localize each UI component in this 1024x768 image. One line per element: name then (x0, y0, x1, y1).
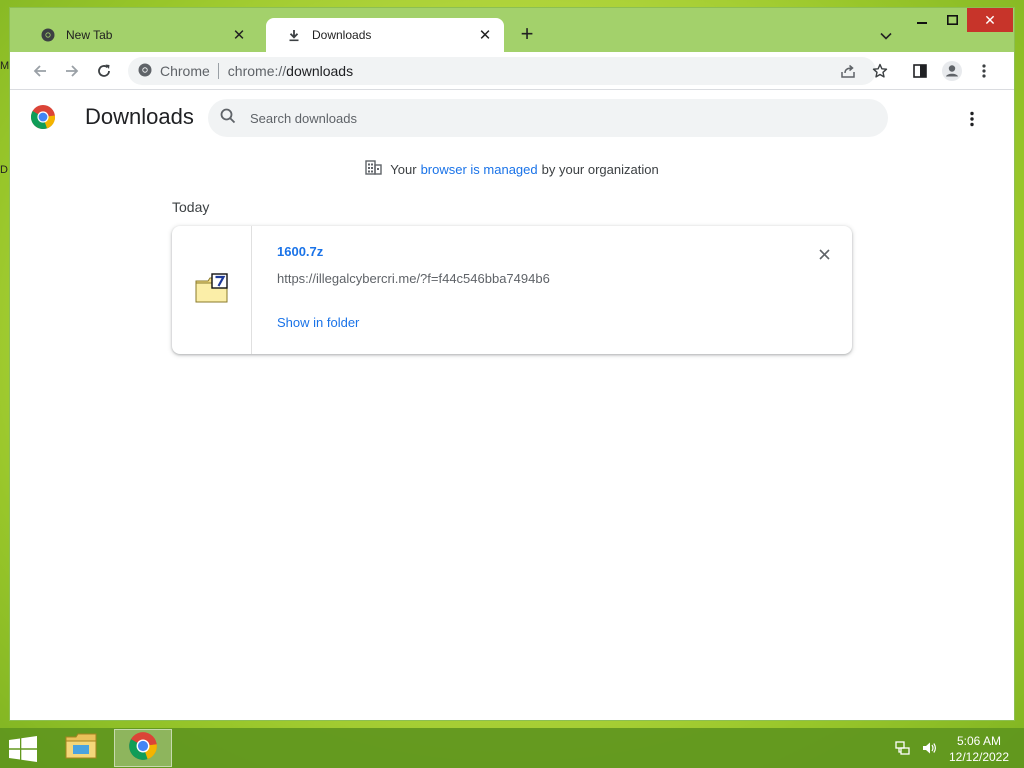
tab-title: New Tab (66, 28, 113, 42)
search-input[interactable] (250, 110, 850, 126)
taskbar-clock[interactable]: 5:06 AM 12/12/2022 (940, 733, 1018, 765)
tab-downloads[interactable]: Downloads ✕ (266, 18, 504, 52)
download-url[interactable]: https://illegalcybercri.me/?f=f44c546bba… (277, 271, 550, 286)
toolbar: Chrome chrome://downloads (10, 52, 1014, 90)
clock-time: 5:06 AM (956, 734, 1002, 748)
desktop-icon-label-fragment: D (0, 164, 8, 176)
divider (217, 63, 219, 79)
back-button[interactable] (28, 59, 52, 83)
url-scheme: chrome:// (227, 63, 287, 79)
share-icon[interactable] (836, 59, 860, 83)
browser-window: New Tab ✕ Downloads ✕ + ✕ Chrome chrome:… (10, 8, 1014, 720)
profile-avatar-icon[interactable] (940, 59, 964, 83)
date-section-heading: Today (172, 199, 210, 215)
close-icon[interactable]: ✕ (230, 26, 248, 44)
volume-icon[interactable] (921, 740, 937, 761)
folder-icon (65, 732, 97, 765)
maximize-button[interactable] (937, 8, 967, 32)
minimize-button[interactable] (907, 8, 937, 32)
address-bar[interactable]: Chrome chrome://downloads (128, 57, 876, 85)
forward-button[interactable] (60, 59, 84, 83)
managed-prefix: Your (390, 161, 417, 177)
desktop-icon-label-fragment: M (0, 60, 10, 72)
chrome-logo (30, 104, 56, 135)
close-icon[interactable]: ✕ (476, 26, 494, 44)
download-filename[interactable]: 1600.7z (277, 244, 323, 259)
downloads-header: Downloads (10, 90, 1014, 150)
clock-date: 12/12/2022 (948, 750, 1010, 764)
remove-download-icon[interactable] (814, 244, 834, 264)
side-panel-icon[interactable] (908, 59, 932, 83)
chrome-taskbar-button[interactable] (114, 729, 172, 767)
reload-button[interactable] (92, 59, 116, 83)
tab-title: Downloads (312, 28, 372, 42)
url-host: downloads (286, 63, 354, 79)
download-icon (286, 27, 302, 43)
system-tray (895, 740, 937, 761)
chevron-down-icon[interactable] (876, 26, 896, 46)
browser-menu-icon[interactable] (972, 59, 996, 83)
taskbar: 5:06 AM 12/12/2022 (0, 728, 1024, 768)
more-actions-icon[interactable] (960, 108, 984, 130)
building-icon (365, 160, 382, 178)
chrome-icon (138, 63, 152, 80)
managed-notice: Your browser is managed by your organiza… (10, 160, 1014, 178)
window-close-button[interactable]: ✕ (967, 8, 1013, 32)
tab-new-tab[interactable]: New Tab ✕ (20, 18, 258, 52)
download-item: 1600.7z https://illegalcybercri.me/?f=f4… (172, 226, 852, 354)
page-title: Downloads (85, 104, 194, 129)
bookmark-star-icon[interactable] (868, 59, 892, 83)
7z-archive-icon (195, 272, 229, 308)
search-icon (220, 108, 236, 129)
chrome-icon (40, 27, 56, 43)
downloads-page: Downloads Your browser is managed by you… (10, 90, 1014, 720)
network-icon[interactable] (895, 740, 911, 761)
windows-start-icon[interactable] (8, 736, 38, 762)
managed-suffix: by your organization (541, 161, 659, 177)
tab-strip: New Tab ✕ Downloads ✕ + ✕ (10, 8, 1014, 52)
site-label: Chrome (160, 63, 210, 79)
search-bar[interactable] (208, 99, 888, 137)
show-in-folder-link[interactable]: Show in folder (277, 315, 359, 330)
new-tab-button[interactable]: + (516, 23, 538, 46)
file-explorer-taskbar-button[interactable] (52, 729, 110, 767)
file-icon-area (172, 226, 252, 354)
chrome-icon (128, 731, 158, 766)
managed-link[interactable]: browser is managed (421, 162, 538, 177)
